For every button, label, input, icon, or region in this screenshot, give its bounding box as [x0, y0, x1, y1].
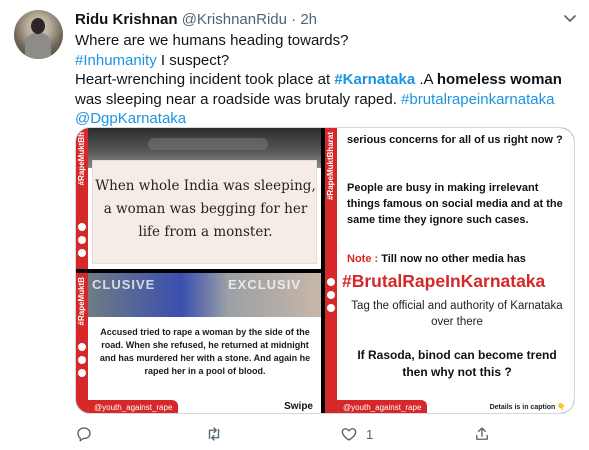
social-icon	[327, 278, 335, 286]
social-icon	[327, 304, 335, 312]
separator-dot: ·	[291, 11, 297, 28]
avatar[interactable]	[14, 10, 63, 59]
tweet-text: Where are we humans heading towards? #Inh…	[75, 31, 575, 129]
retweet-button[interactable]	[205, 424, 231, 444]
social-icon	[327, 291, 335, 299]
media-grid[interactable]: #RapeMuktBh When whole India was sleepin…	[75, 127, 575, 414]
vertical-hashtag: #RapeMuktBh	[77, 132, 86, 186]
like-button[interactable]: 1	[340, 424, 373, 444]
tweet-text-line: Heart-wrenching incident took place at #…	[75, 70, 575, 90]
tweet-text-line: was sleeping near a roadside was brutaly…	[75, 90, 575, 110]
reply-icon	[77, 427, 91, 442]
tweet-text-line: #Inhumanity I suspect?	[75, 51, 575, 71]
media-image-3[interactable]: #RapeMuktB CLUSIVE EXCLUSIV Accused trie…	[76, 273, 321, 413]
vertical-hashtag: #RapeMuktB	[77, 277, 86, 326]
image-footer: @youth_against_rape Details is in captio…	[337, 395, 574, 413]
retweet-icon	[208, 427, 220, 441]
display-name[interactable]: Ridu Krishnan	[75, 11, 178, 28]
social-icon	[78, 249, 86, 257]
hashtag-link[interactable]: #brutalrapeinkarnataka	[401, 91, 554, 108]
tag-line: Tag the official and authority of Karnat…	[351, 300, 563, 328]
paragraph-text: People are busy in making irrelevant thi…	[347, 182, 563, 226]
footer-handle: @youth_against_rape	[88, 400, 179, 413]
red-side-strip: #RapeMuktBharat	[325, 128, 337, 413]
image-footer: @youth_against_rape Swipe	[88, 395, 321, 413]
exclusive-watermark: CLUSIVE	[92, 277, 156, 292]
red-side-strip: #RapeMuktBh	[76, 128, 88, 269]
hashtag-link[interactable]: @DgpKarnataka	[75, 110, 186, 127]
caret-down-icon[interactable]	[562, 13, 578, 25]
blurred-photo: CLUSIVE EXCLUSIV	[88, 273, 321, 317]
share-button[interactable]	[473, 424, 499, 444]
caption-text: Details is in caption	[489, 404, 556, 411]
red-side-strip: #RapeMuktB	[76, 273, 88, 413]
tweet-text-line: Where are we humans heading towards?	[75, 31, 575, 51]
tweet-header: Ridu Krishnan @KrishnanRidu · 2h	[75, 11, 317, 29]
social-icon	[78, 343, 86, 351]
note-line: Note : Till now no other media has	[347, 253, 526, 265]
reply-button[interactable]	[75, 424, 101, 444]
share-icon	[476, 427, 488, 440]
social-icon	[78, 223, 86, 231]
pointing-down-icon: 👇	[557, 404, 566, 411]
user-handle[interactable]: @KrishnanRidu	[182, 11, 287, 28]
media-image-1[interactable]: #RapeMuktBh When whole India was sleepin…	[76, 128, 321, 269]
text-segment: homeless woman	[436, 71, 562, 88]
social-icon	[78, 356, 86, 364]
text-segment: Heart-wrenching incident took place at	[75, 71, 335, 88]
text-segment: was sleeping near a roadside was brutaly…	[75, 90, 402, 108]
note-label: Note :	[347, 253, 379, 265]
social-icon	[78, 369, 86, 377]
text-segment: .A	[415, 71, 437, 88]
like-icon	[341, 428, 357, 441]
media-image-2[interactable]: #RapeMuktBharat serious concerns for all…	[325, 128, 574, 413]
text-segment: Where are we humans heading towards?	[75, 32, 349, 49]
incident-text: Accused tried to rape a woman by the sid…	[99, 327, 311, 376]
question-text: If Rasoda, binod can become trend then w…	[357, 348, 557, 379]
quote-box: When whole India was sleeping, a woman w…	[92, 160, 317, 264]
action-bar: 1	[75, 424, 575, 446]
hashtag-link[interactable]: #Karnataka	[334, 71, 415, 88]
social-icon	[78, 236, 86, 244]
vertical-hashtag: #RapeMuktBharat	[326, 132, 335, 201]
quote-text: When whole India was sleeping, a woman w…	[95, 178, 316, 240]
caption-note: Details is in caption 👇	[490, 403, 566, 411]
tweet-text-line: @DgpKarnataka	[75, 109, 575, 129]
text-segment: I suspect?	[156, 51, 230, 69]
timestamp[interactable]: 2h	[300, 11, 317, 28]
note-text: Till now no other media has	[378, 253, 526, 265]
like-count: 1	[366, 426, 374, 442]
exclusive-watermark: EXCLUSIV	[228, 277, 302, 292]
hashtag-banner: #BrutalRapeInKarnataka	[342, 271, 546, 291]
swipe-label: Swipe	[284, 401, 313, 412]
concern-text: serious concerns for all of us right now…	[347, 134, 563, 146]
footer-handle: @youth_against_rape	[337, 400, 428, 413]
hashtag-link[interactable]: #Inhumanity	[75, 52, 157, 69]
